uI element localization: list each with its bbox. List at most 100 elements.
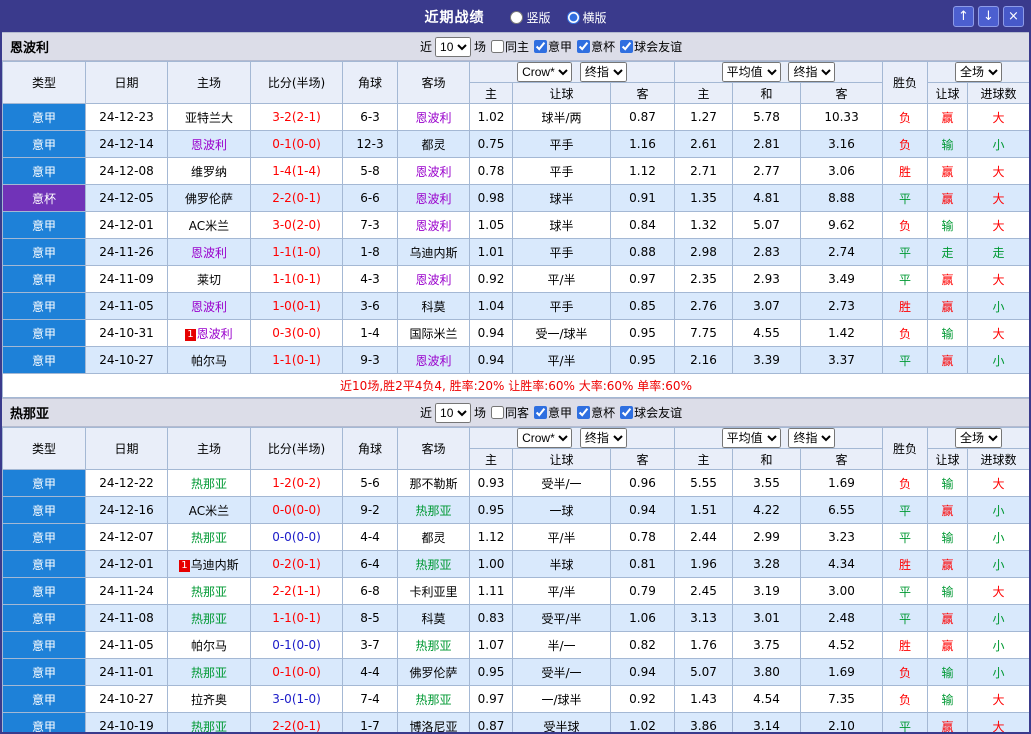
avg-away-header: 客 bbox=[800, 448, 884, 470]
home-team-link[interactable]: 维罗纳 bbox=[167, 157, 251, 185]
club-friendly-filter[interactable]: 球会友谊 bbox=[620, 38, 682, 55]
serie-a-filter[interactable]: 意甲 bbox=[534, 404, 572, 421]
average-select[interactable]: 平均值 bbox=[721, 428, 781, 448]
handicap-line-cell: 平手 bbox=[512, 130, 611, 158]
avg-away-cell: 3.16 bbox=[800, 130, 884, 158]
away-team-link[interactable]: 科莫 bbox=[397, 292, 470, 320]
full-match-select[interactable]: 全场 bbox=[955, 428, 1003, 448]
away-team-link[interactable]: 恩波利 bbox=[397, 265, 470, 293]
same-venue-checkbox[interactable] bbox=[491, 406, 505, 419]
away-team-link[interactable]: 恩波利 bbox=[397, 184, 470, 212]
home-team-link[interactable]: 热那亚 bbox=[167, 469, 251, 497]
serie-a-checkbox[interactable] bbox=[534, 40, 548, 53]
away-team-link[interactable]: 热那亚 bbox=[397, 631, 470, 659]
match-count-select[interactable]: 10 bbox=[435, 36, 472, 57]
goals-result-cell: 小 bbox=[967, 604, 1029, 632]
away-team-link[interactable]: 恩波利 bbox=[397, 157, 470, 185]
home-team-link[interactable]: 佛罗伦萨 bbox=[167, 184, 251, 212]
handicap-result-cell: 赢 bbox=[927, 550, 969, 578]
coppa-italia-filter[interactable]: 意杯 bbox=[577, 404, 615, 421]
away-team-link[interactable]: 那不勒斯 bbox=[397, 469, 470, 497]
club-friendly-checkbox[interactable] bbox=[620, 406, 634, 419]
home-odds-cell: 1.01 bbox=[469, 238, 513, 266]
away-team-link[interactable]: 都灵 bbox=[397, 523, 470, 551]
match-row: 意甲 24-11-26 恩波利 1-1(1-0) 1-8 乌迪内斯 1.01 平手 0.88 2.… bbox=[2, 238, 1029, 266]
odds-company-select[interactable]: Crow* bbox=[517, 428, 573, 448]
coppa-italia-filter[interactable]: 意杯 bbox=[577, 38, 615, 55]
horizontal-layout-radio[interactable] bbox=[566, 10, 580, 24]
home-team-link[interactable]: AC米兰 bbox=[167, 496, 251, 524]
home-team-link[interactable]: 热那亚 bbox=[167, 658, 251, 686]
home-team-link[interactable]: 恩波利 bbox=[167, 292, 251, 320]
home-team-link[interactable]: 恩波利 bbox=[167, 238, 251, 266]
club-friendly-checkbox[interactable] bbox=[620, 40, 634, 53]
away-team-link[interactable]: 热那亚 bbox=[397, 685, 470, 713]
goals-header: 进球数 bbox=[967, 448, 1029, 470]
home-team-link[interactable]: 1 乌迪内斯 bbox=[167, 550, 251, 578]
home-team-link[interactable]: 热那亚 bbox=[167, 712, 251, 732]
away-team-link[interactable]: 国际米兰 bbox=[397, 319, 470, 347]
close-button[interactable]: × bbox=[1003, 6, 1024, 27]
home-team-link[interactable]: AC米兰 bbox=[167, 211, 251, 239]
home-odds-cell: 0.94 bbox=[469, 346, 513, 374]
match-count-select[interactable]: 10 bbox=[435, 402, 472, 423]
home-team-link[interactable]: 帕尔马 bbox=[167, 346, 251, 374]
serie-a-filter[interactable]: 意甲 bbox=[534, 38, 572, 55]
home-team-name: 帕尔马 bbox=[190, 638, 227, 653]
home-team-name: 维罗纳 bbox=[190, 164, 227, 179]
home-team-link[interactable]: 热那亚 bbox=[167, 577, 251, 605]
vertical-layout-option[interactable]: 竖版 bbox=[510, 9, 551, 26]
same-venue-checkbox[interactable] bbox=[491, 40, 505, 53]
home-team-link[interactable]: 1 恩波利 bbox=[167, 319, 251, 347]
handicap-result-cell: 赢 bbox=[927, 103, 969, 131]
away-team-link[interactable]: 恩波利 bbox=[397, 211, 470, 239]
away-team-link[interactable]: 卡利亚里 bbox=[397, 577, 470, 605]
same-venue-filter[interactable]: 同客 bbox=[491, 404, 529, 421]
horizontal-layout-option[interactable]: 横版 bbox=[566, 9, 607, 26]
vertical-layout-label: 竖版 bbox=[526, 10, 551, 25]
home-team-link[interactable]: 恩波利 bbox=[167, 130, 251, 158]
home-team-link[interactable]: 莱切 bbox=[167, 265, 251, 293]
away-team-link[interactable]: 科莫 bbox=[397, 604, 470, 632]
home-odds-cell: 0.95 bbox=[469, 658, 513, 686]
odds-time-select[interactable]: 终指 bbox=[579, 428, 627, 448]
home-team-link[interactable]: 帕尔马 bbox=[167, 631, 251, 659]
move-down-button[interactable]: ↓ bbox=[978, 6, 999, 27]
home-team-link[interactable]: 热那亚 bbox=[167, 604, 251, 632]
avg-draw-cell: 4.54 bbox=[732, 685, 802, 713]
coppa-italia-checkbox[interactable] bbox=[577, 40, 591, 53]
league-cell: 意甲 bbox=[2, 658, 86, 686]
serie-a-checkbox[interactable] bbox=[534, 406, 548, 419]
full-match-select[interactable]: 全场 bbox=[955, 62, 1003, 82]
away-team-name: 那不勒斯 bbox=[409, 476, 458, 491]
handicap-line-cell: 受半球 bbox=[512, 712, 611, 732]
goals-result-cell: 大 bbox=[967, 157, 1029, 185]
average-time-select[interactable]: 终指 bbox=[788, 428, 836, 448]
away-team-link[interactable]: 博洛尼亚 bbox=[397, 712, 470, 732]
club-friendly-filter[interactable]: 球会友谊 bbox=[620, 404, 682, 421]
average-select[interactable]: 平均值 bbox=[721, 62, 781, 82]
average-time-select[interactable]: 终指 bbox=[788, 62, 836, 82]
away-team-link[interactable]: 恩波利 bbox=[397, 346, 470, 374]
move-up-button[interactable]: ↑ bbox=[953, 6, 974, 27]
away-team-link[interactable]: 佛罗伦萨 bbox=[397, 658, 470, 686]
vertical-layout-radio[interactable] bbox=[510, 10, 524, 24]
titlebar: 近期战绩 竖版 横版 ↑ ↓ × bbox=[2, 2, 1029, 32]
handicap-result-cell: 输 bbox=[927, 658, 969, 686]
same-venue-filter[interactable]: 同主 bbox=[491, 38, 529, 55]
odds-company-select[interactable]: Crow* bbox=[517, 62, 573, 82]
odds-time-select[interactable]: 终指 bbox=[579, 62, 627, 82]
away-team-link[interactable]: 热那亚 bbox=[397, 550, 470, 578]
away-team-link[interactable]: 都灵 bbox=[397, 130, 470, 158]
goals-result-cell: 大 bbox=[967, 211, 1029, 239]
away-team-link[interactable]: 热那亚 bbox=[397, 496, 470, 524]
away-team-link[interactable]: 乌迪内斯 bbox=[397, 238, 470, 266]
away-team-link[interactable]: 恩波利 bbox=[397, 103, 470, 131]
home-team-link[interactable]: 亚特兰大 bbox=[167, 103, 251, 131]
avg-away-cell: 2.10 bbox=[800, 712, 884, 732]
home-team-link[interactable]: 热那亚 bbox=[167, 523, 251, 551]
home-team-link[interactable]: 拉齐奥 bbox=[167, 685, 251, 713]
goals-result-cell: 大 bbox=[967, 103, 1029, 131]
corner-cell: 3-6 bbox=[342, 292, 398, 320]
coppa-italia-checkbox[interactable] bbox=[577, 406, 591, 419]
